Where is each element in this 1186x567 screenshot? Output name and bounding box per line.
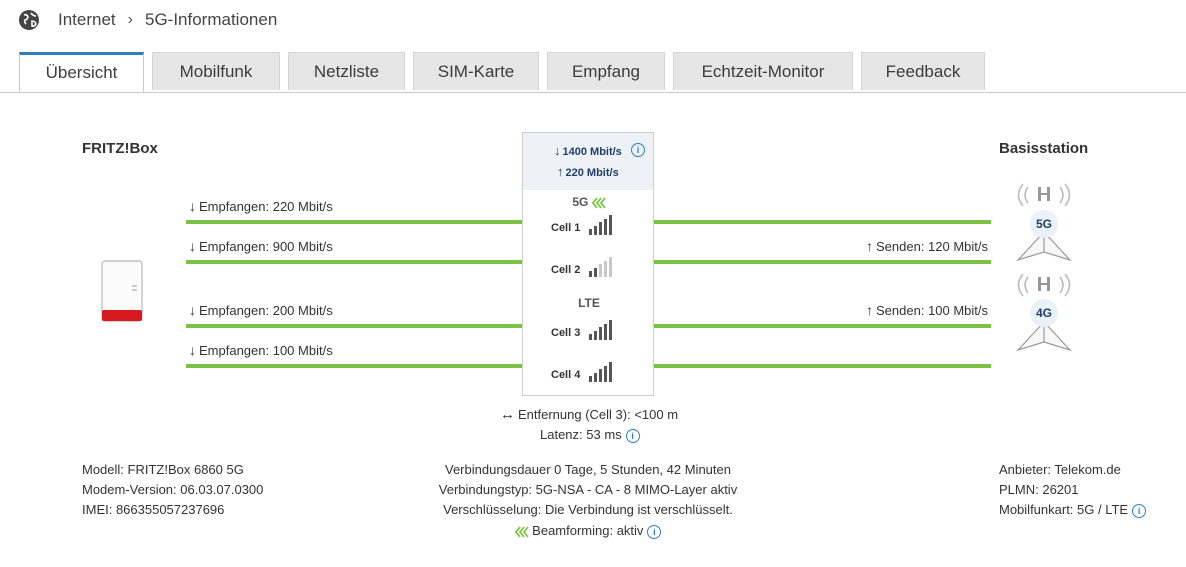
arrow-down-icon: ↓: [189, 302, 196, 318]
uplink-value: Senden: 120 Mbit/s: [876, 239, 989, 254]
modem-version-text: Modem-Version: 06.03.07.0300: [82, 482, 264, 497]
signal-bar: [604, 323, 607, 340]
signal-bar: [594, 330, 597, 340]
latency-value: Latenz: 53 ms: [540, 427, 622, 442]
fritzbox-device-icon: [101, 260, 143, 322]
info-icon[interactable]: i: [625, 428, 640, 443]
connection-type: Verbindungstyp: 5G-NSA - CA - 8 MIMO-Lay…: [438, 482, 738, 497]
tower-4g-badge: 4G: [1030, 299, 1058, 327]
downlink-label-cell-3: ↓ Empfangen: 200 Mbit/s: [189, 302, 333, 318]
downlink-label-cell-1: ↓ Empfangen: 220 Mbit/s: [189, 198, 333, 214]
signal-bars-icon: [589, 215, 615, 235]
uplink-label-cell-2: ↑ Senden: 120 Mbit/s: [866, 238, 988, 254]
fritzbox-title: FRITZ!Box: [82, 140, 158, 157]
signal-bar: [594, 225, 597, 235]
tab-mobilfunk[interactable]: Mobilfunk: [152, 52, 280, 90]
globe-icon: [19, 10, 39, 30]
breadcrumb: Internet › 5G-Informationen: [18, 8, 277, 32]
total-uplink: ↑ 220 Mbit/s: [557, 164, 619, 179]
uplink-label-cell-3: ↑ Senden: 100 Mbit/s: [866, 302, 988, 318]
tab-sim-karte[interactable]: SIM-Karte: [413, 52, 539, 90]
beamforming-icon: [591, 197, 606, 209]
signal-bar: [609, 257, 612, 277]
arrow-down-icon: ↓: [189, 198, 196, 214]
downlink-value: Empfangen: 200 Mbit/s: [199, 303, 333, 318]
radio-type-value: Mobilfunkart: 5G / LTE: [999, 502, 1129, 517]
signal-bar: [604, 365, 607, 382]
distance-info: ↔ Entfernung (Cell 3): <100 m: [500, 406, 678, 423]
signal-bars-icon: [589, 320, 615, 340]
distance-icon: ↔: [500, 406, 515, 423]
tab-bar: Übersicht Mobilfunk Netzliste SIM-Karte …: [0, 52, 1186, 93]
radio-type: Mobilfunkart: 5G / LTE i: [999, 502, 1147, 518]
plmn-text: PLMN: 26201: [999, 482, 1079, 497]
band-5g: 5G: [523, 195, 655, 209]
cell-overview-panel: ↓ 1400 Mbit/s i ↑ 220 Mbit/s 5G Cell 1 Cel…: [522, 132, 654, 396]
arrow-down-icon: ↓: [554, 143, 561, 158]
signal-bar: [594, 372, 597, 382]
signal-bars-icon: [589, 362, 615, 382]
signal-bar: [589, 271, 592, 277]
encryption-status: Verschlüsselung: Die Verbindung ist vers…: [443, 502, 733, 517]
tab-uebersicht[interactable]: Übersicht: [19, 52, 144, 92]
arrow-down-icon: ↓: [189, 238, 196, 254]
tab-feedback[interactable]: Feedback: [861, 52, 985, 90]
imei-text: IMEI: 866355057237696: [82, 502, 225, 517]
signal-bar: [609, 362, 612, 382]
signal-bars-icon: [589, 257, 615, 277]
band-5g-label: 5G: [572, 195, 589, 209]
beamforming-icon: [514, 526, 529, 538]
signal-bar: [589, 376, 592, 382]
connection-duration: Verbindungsdauer 0 Tage, 5 Stunden, 42 M…: [445, 462, 731, 477]
info-icon[interactable]: i: [631, 143, 645, 157]
band-lte-label: LTE: [578, 296, 600, 310]
uplink-value: Senden: 100 Mbit/s: [876, 303, 989, 318]
downlink-value: Empfangen: 900 Mbit/s: [199, 239, 333, 254]
total-downlink-value: 1400 Mbit/s: [562, 146, 622, 158]
chevron-right-icon: ›: [127, 11, 133, 28]
arrow-down-icon: ↓: [189, 342, 196, 358]
signal-bar: [599, 369, 602, 382]
band-lte: LTE: [523, 296, 655, 310]
distance-value: Entfernung (Cell 3): <100 m: [518, 407, 679, 422]
signal-bar: [599, 264, 602, 277]
signal-bar: [589, 229, 592, 235]
tower-5g-badge: 5G: [1030, 210, 1058, 238]
beamforming-value: Beamforming: aktiv: [532, 523, 644, 538]
signal-bar: [599, 222, 602, 235]
downlink-value: Empfangen: 100 Mbit/s: [199, 343, 333, 358]
cell-1-label: Cell 1: [551, 222, 581, 234]
arrow-up-icon: ↑: [557, 164, 564, 179]
total-throughput: ↓ 1400 Mbit/s i ↑ 220 Mbit/s: [523, 133, 653, 190]
arrow-up-icon: ↑: [866, 302, 873, 318]
tab-echtzeit-monitor[interactable]: Echtzeit-Monitor: [673, 52, 853, 90]
tab-empfang[interactable]: Empfang: [547, 52, 665, 90]
breadcrumb-current: 5G-Informationen: [144, 10, 278, 29]
signal-bar: [609, 215, 612, 235]
downlink-value: Empfangen: 220 Mbit/s: [199, 199, 333, 214]
signal-bar: [609, 320, 612, 340]
cell-2-label: Cell 2: [551, 264, 581, 276]
signal-bar: [589, 334, 592, 340]
signal-bar: [594, 267, 597, 277]
tab-netzliste[interactable]: Netzliste: [288, 52, 405, 90]
model-text: Modell: FRITZ!Box 6860 5G: [82, 462, 244, 477]
downlink-label-cell-4: ↓ Empfangen: 100 Mbit/s: [189, 342, 333, 358]
total-uplink-value: 220 Mbit/s: [565, 167, 619, 179]
signal-bar: [604, 218, 607, 235]
provider-text: Anbieter: Telekom.de: [999, 462, 1121, 477]
breadcrumb-internet[interactable]: Internet: [58, 10, 116, 30]
arrow-up-icon: ↑: [866, 238, 873, 254]
cell-4-label: Cell 4: [551, 369, 581, 381]
basisstation-title: Basisstation: [999, 140, 1089, 157]
info-icon[interactable]: i: [1132, 503, 1147, 518]
total-downlink: ↓ 1400 Mbit/s: [554, 143, 622, 158]
latency-info: Latenz: 53 ms i: [540, 427, 640, 443]
beamforming-status: Beamforming: aktiv i: [388, 523, 788, 539]
info-icon[interactable]: i: [647, 524, 662, 539]
downlink-label-cell-2: ↓ Empfangen: 900 Mbit/s: [189, 238, 333, 254]
signal-bar: [599, 327, 602, 340]
cell-3-label: Cell 3: [551, 327, 581, 339]
signal-bar: [604, 260, 607, 277]
